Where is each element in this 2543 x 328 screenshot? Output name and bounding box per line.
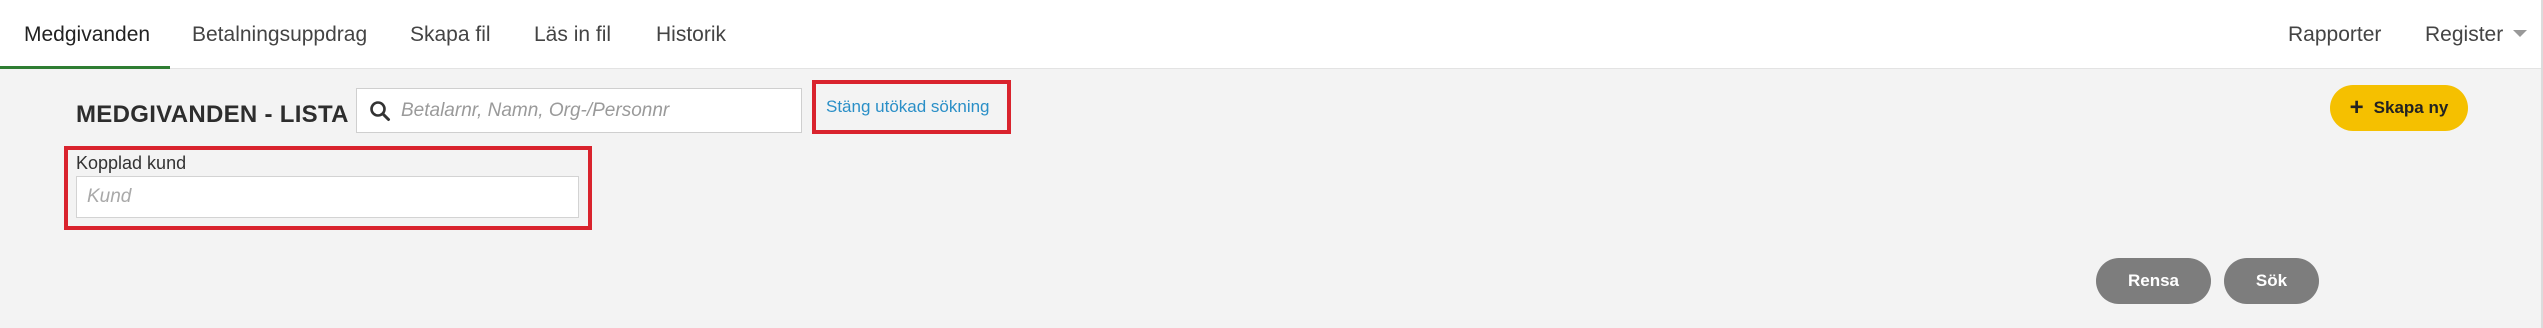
search-button[interactable]: Sök [2224,258,2319,304]
tab-historik[interactable]: Historik [656,0,726,69]
clear-button[interactable]: Rensa [2096,258,2211,304]
create-new-button[interactable]: + Skapa ny [2330,85,2468,131]
tab-skapa-fil[interactable]: Skapa fil [410,0,491,69]
search-field[interactable] [356,88,802,133]
nav-register-label: Register [2425,23,2504,46]
tab-las-in-fil[interactable]: Läs in fil [534,0,611,69]
linked-customer-input[interactable] [76,176,579,218]
linked-customer-label: Kopplad kund [76,153,187,173]
page-title: MEDGIVANDEN - LISTA [76,101,349,128]
nav-register-dropdown[interactable]: Register [2425,0,2528,69]
tab-medgivanden[interactable]: Medgivanden [24,0,150,69]
search-input[interactable] [397,89,801,132]
nav-rapporter[interactable]: Rapporter [2288,0,2381,69]
main-panel: MEDGIVANDEN - LISTA Stäng utökad sökning… [0,69,2541,328]
search-icon [370,101,390,121]
create-new-label: Skapa ny [2373,98,2449,117]
close-extended-search-link[interactable]: Stäng utökad sökning [826,97,990,117]
tab-betalningsuppdrag[interactable]: Betalningsuppdrag [192,0,367,69]
top-navigation: Medgivanden Betalningsuppdrag Skapa fil … [0,0,2543,69]
chevron-down-icon [2513,29,2528,37]
plus-icon: + [2349,94,2364,121]
